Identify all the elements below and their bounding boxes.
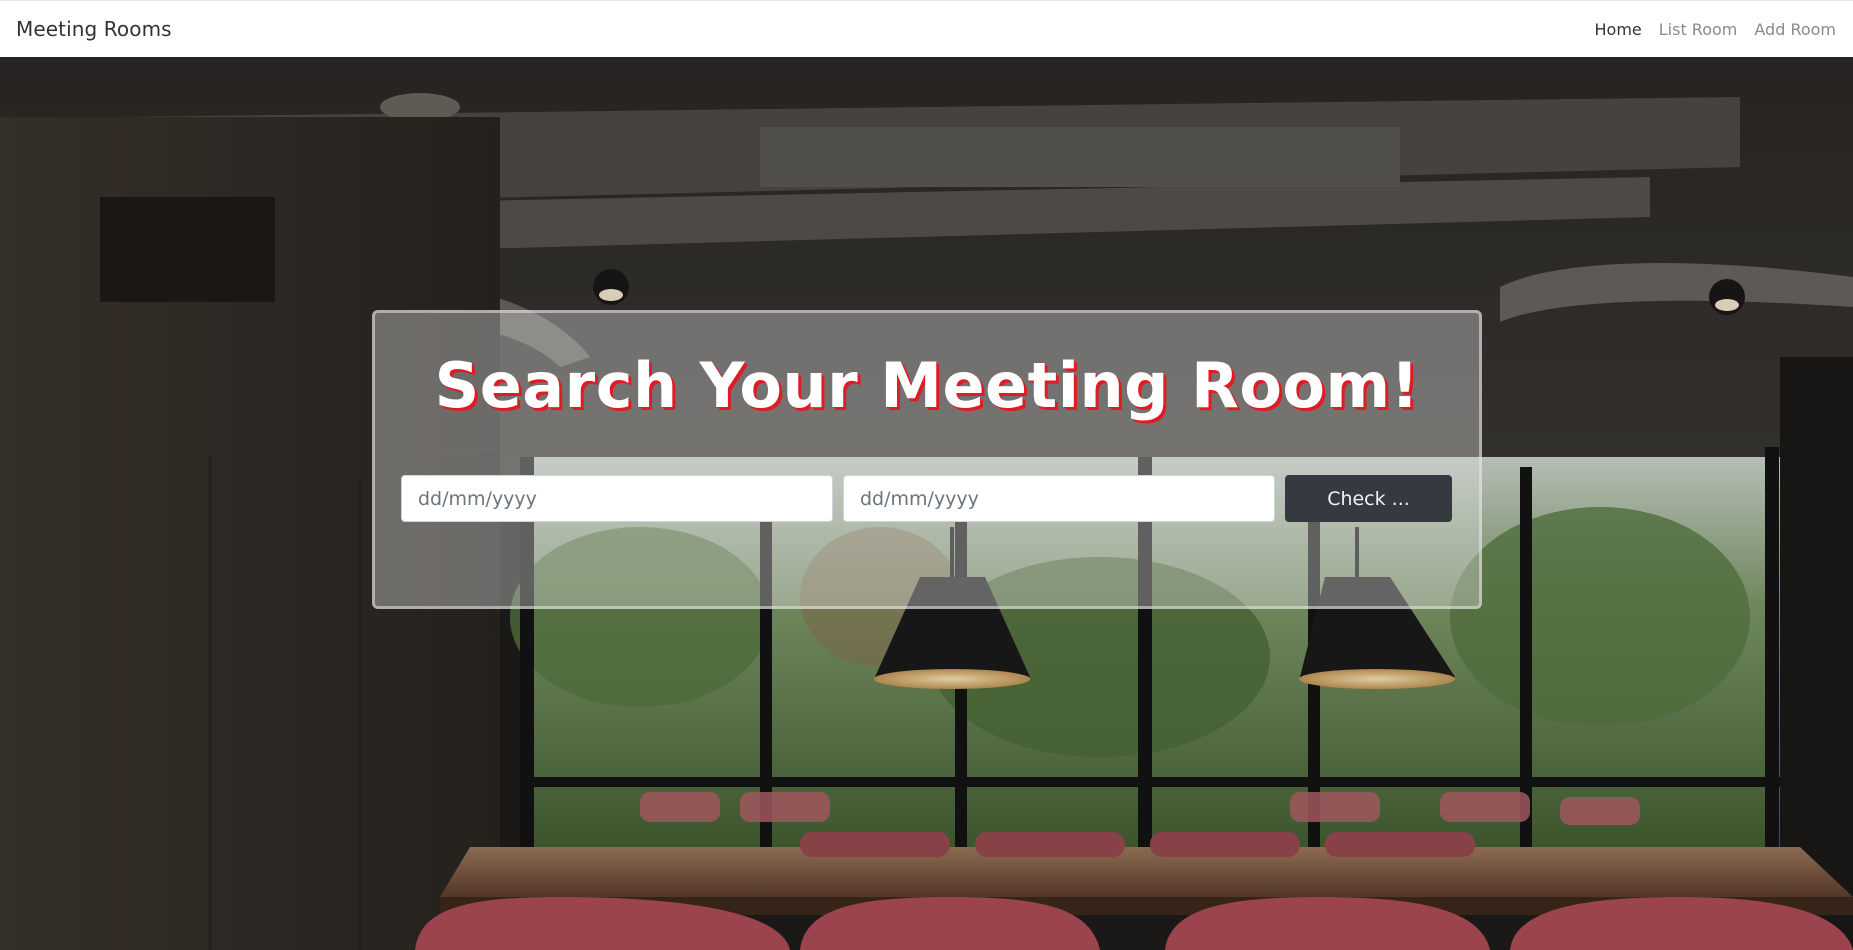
- search-title: Search Your Meeting Room!: [434, 349, 1420, 422]
- end-date-input[interactable]: [843, 475, 1275, 522]
- nav-links: Home List Room Add Room: [1595, 20, 1837, 39]
- nav-link-list-room[interactable]: List Room: [1659, 20, 1738, 39]
- top-navbar: Meeting Rooms Home List Room Add Room: [0, 0, 1853, 57]
- check-button[interactable]: Check ...: [1285, 475, 1452, 522]
- nav-link-add-room[interactable]: Add Room: [1754, 20, 1836, 39]
- search-panel: Search Your Meeting Room! Check ...: [372, 310, 1482, 609]
- start-date-input[interactable]: [401, 475, 833, 522]
- panel-divider: [401, 449, 1453, 450]
- nav-link-home[interactable]: Home: [1595, 20, 1642, 39]
- brand-link[interactable]: Meeting Rooms: [16, 17, 172, 41]
